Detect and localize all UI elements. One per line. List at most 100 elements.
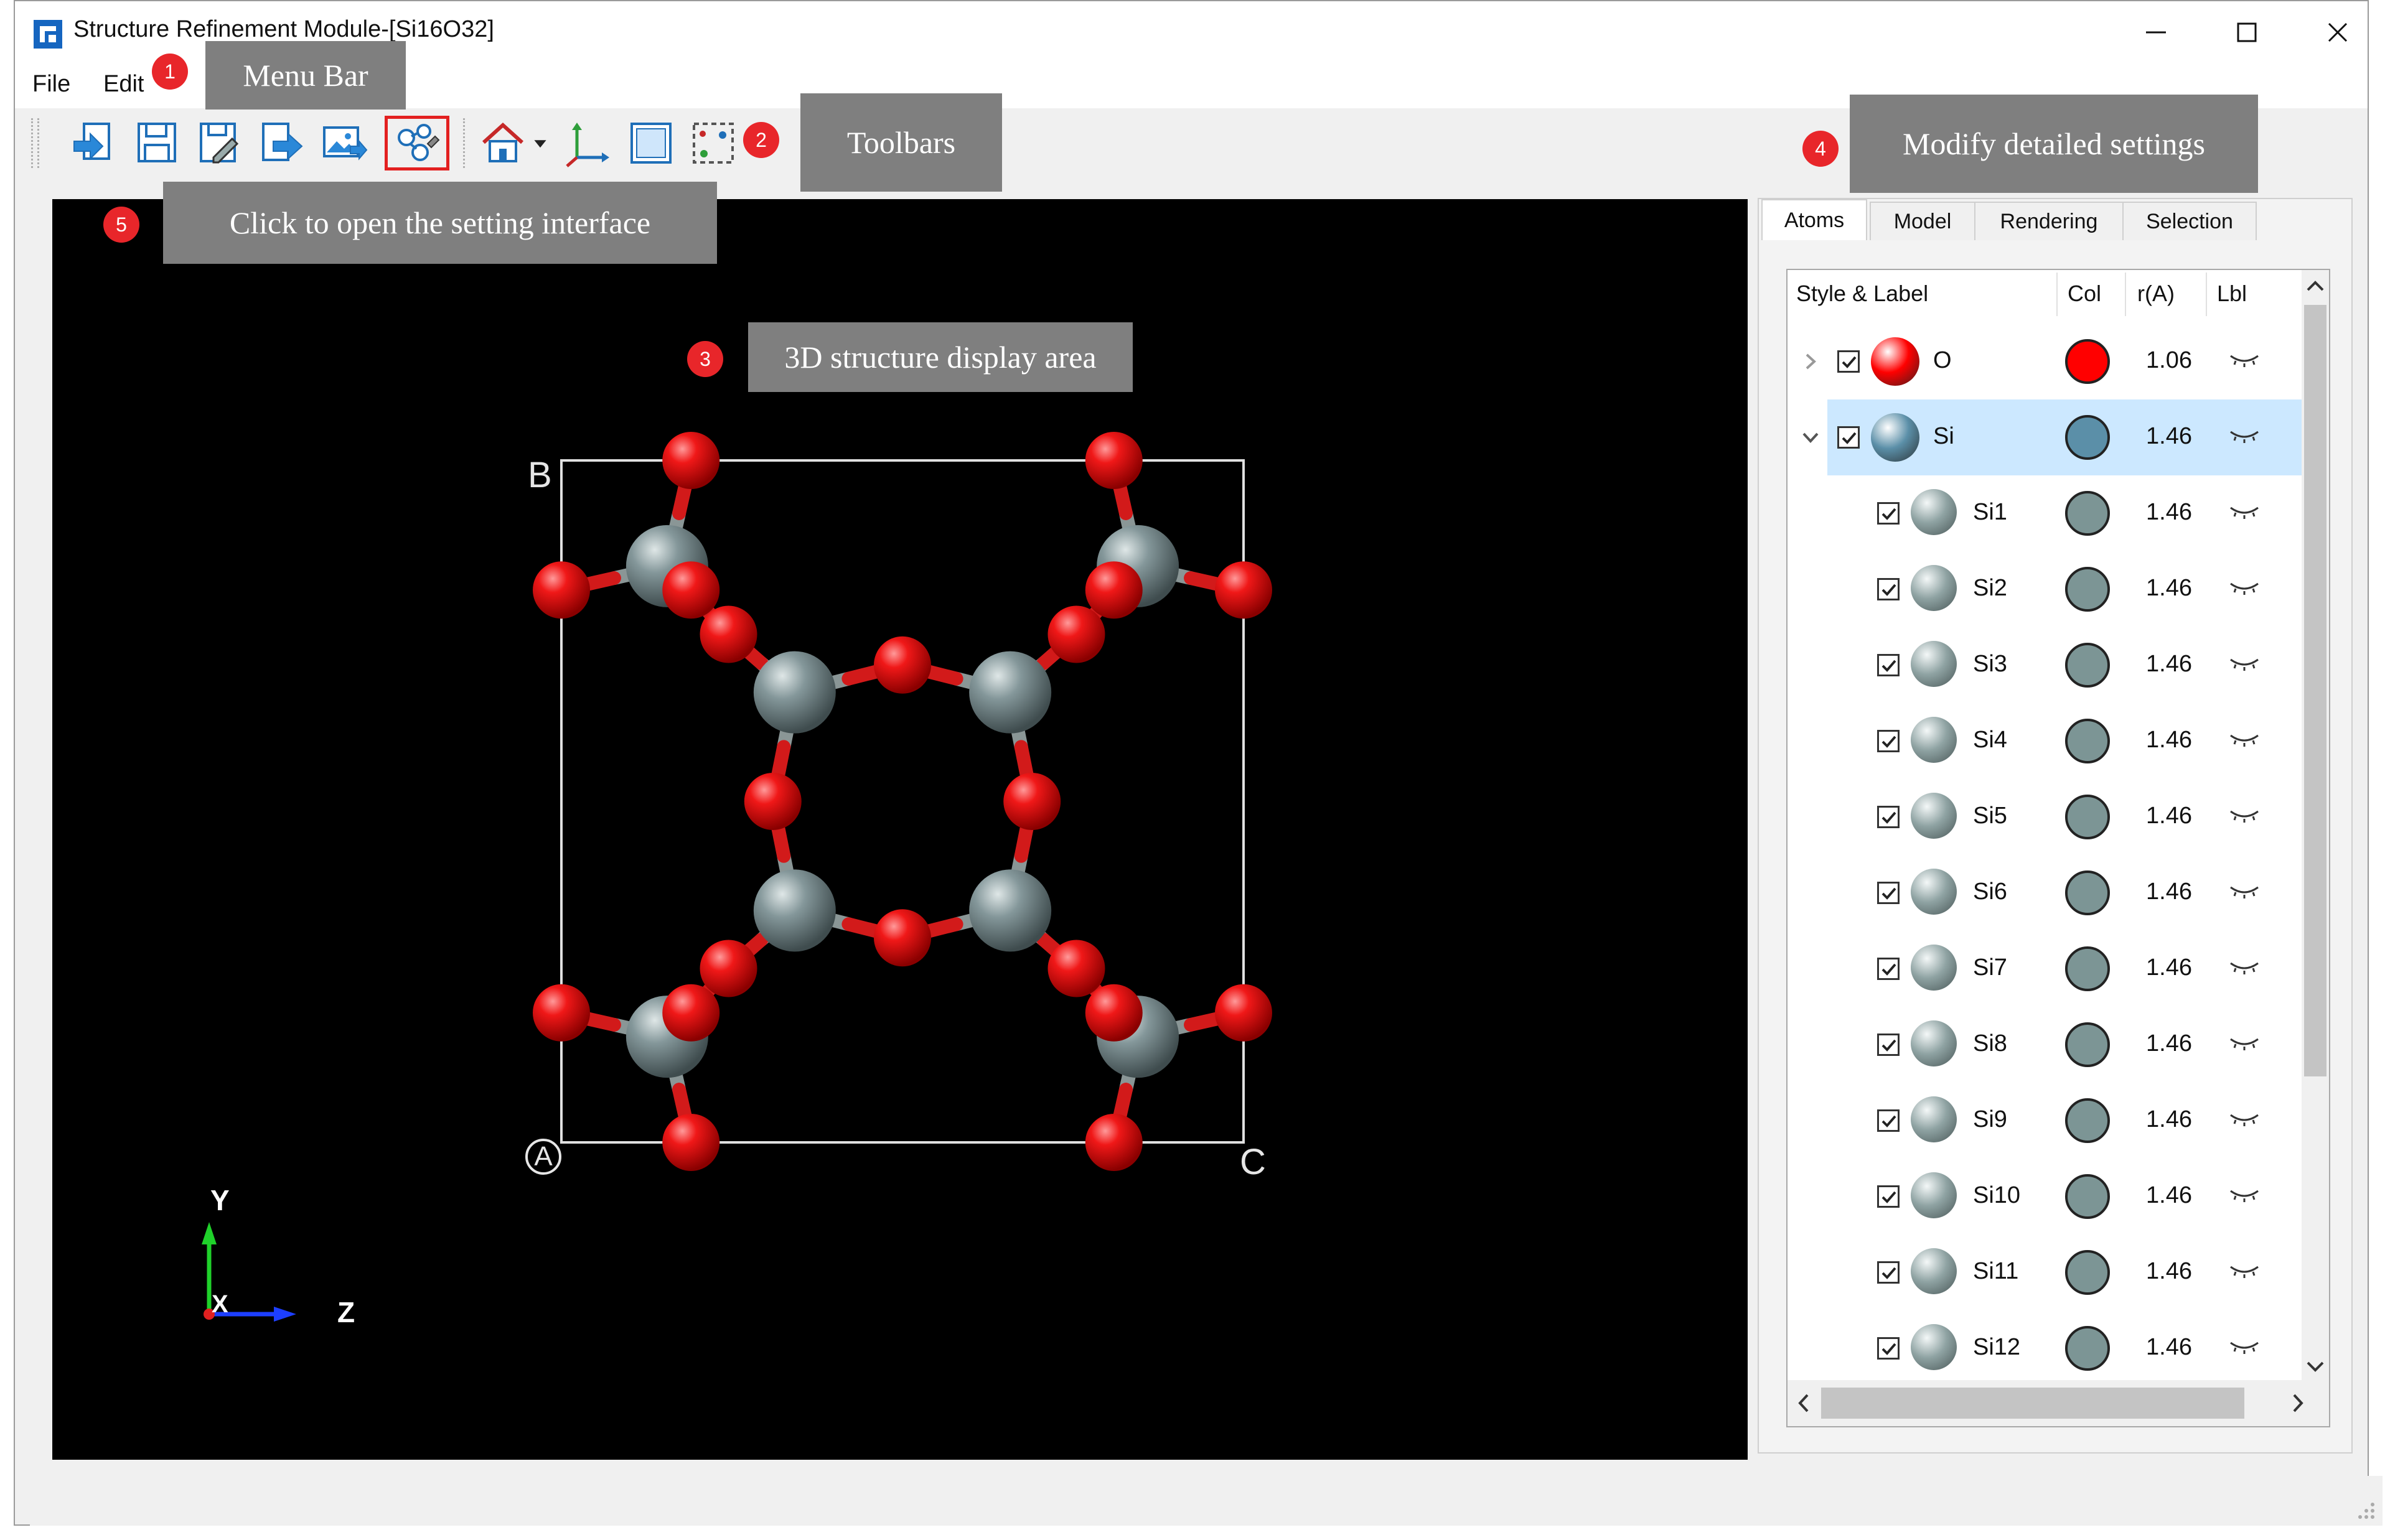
oxygen-atom[interactable]: [1085, 1114, 1143, 1171]
oxygen-atom[interactable]: [1085, 561, 1143, 619]
oxygen-atom[interactable]: [874, 909, 931, 967]
color-swatch[interactable]: [2065, 1098, 2110, 1143]
atom-radius[interactable]: 1.46: [2146, 954, 2192, 981]
visibility-checkbox[interactable]: [1877, 730, 1900, 752]
atom-radius[interactable]: 1.46: [2146, 879, 2192, 905]
color-swatch[interactable]: [2065, 567, 2110, 612]
visibility-checkbox[interactable]: [1877, 578, 1900, 600]
oxygen-atom[interactable]: [533, 561, 590, 619]
color-swatch[interactable]: [2065, 946, 2110, 991]
home-view-button[interactable]: [476, 117, 530, 169]
column-header-style-label[interactable]: Style & Label: [1796, 270, 1928, 317]
silicon-atom[interactable]: [969, 651, 1052, 734]
atom-row[interactable]: Si3 1.46: [1788, 627, 2302, 703]
label-hidden-eye-icon[interactable]: [2228, 808, 2261, 823]
tab-model[interactable]: Model: [1870, 202, 1975, 240]
oxygen-atom[interactable]: [1047, 605, 1105, 663]
home-view-dropdown[interactable]: [528, 117, 553, 169]
visibility-checkbox[interactable]: [1877, 806, 1900, 828]
oxygen-atom[interactable]: [700, 940, 757, 997]
color-swatch[interactable]: [2065, 795, 2110, 839]
oxygen-atom[interactable]: [662, 984, 720, 1042]
oxygen-atom[interactable]: [1047, 940, 1105, 997]
atom-row[interactable]: Si8 1.46: [1788, 1007, 2302, 1083]
label-hidden-eye-icon[interactable]: [2228, 504, 2261, 519]
label-hidden-eye-icon[interactable]: [2228, 428, 2261, 443]
visibility-checkbox[interactable]: [1877, 502, 1900, 525]
silicon-atom[interactable]: [969, 869, 1052, 952]
color-swatch[interactable]: [2065, 339, 2110, 384]
color-swatch[interactable]: [2065, 491, 2110, 536]
color-swatch[interactable]: [2065, 415, 2110, 460]
atom-radius[interactable]: 1.46: [2146, 1334, 2192, 1361]
visibility-checkbox[interactable]: [1877, 882, 1900, 904]
atom-row[interactable]: Si4 1.46: [1788, 703, 2302, 779]
toolbar-grip-2[interactable]: [37, 118, 42, 168]
oxygen-atom[interactable]: [874, 636, 931, 694]
box-view-button[interactable]: [624, 117, 678, 169]
minimize-button[interactable]: [2119, 7, 2193, 57]
atom-row[interactable]: Si9 1.46: [1788, 1083, 2302, 1159]
scroll-left-icon[interactable]: [1791, 1380, 1816, 1426]
save-button[interactable]: [129, 117, 184, 169]
atom-radius[interactable]: 1.46: [2146, 727, 2192, 754]
column-header-lbl[interactable]: Lbl: [2217, 270, 2247, 317]
import-button[interactable]: [67, 117, 122, 169]
color-swatch[interactable]: [2065, 1174, 2110, 1219]
label-hidden-eye-icon[interactable]: [2228, 352, 2261, 367]
scroll-right-icon[interactable]: [2285, 1380, 2310, 1426]
atom-row[interactable]: Si 1.46: [1802, 399, 2302, 475]
chevron-right-icon[interactable]: [1800, 351, 1821, 372]
oxygen-atom[interactable]: [662, 1114, 720, 1171]
visibility-checkbox[interactable]: [1877, 1337, 1900, 1360]
toolbar-grip[interactable]: [31, 118, 36, 168]
oxygen-atom[interactable]: [1215, 561, 1272, 619]
visibility-checkbox[interactable]: [1877, 1261, 1900, 1284]
atom-row[interactable]: Si6 1.46: [1788, 855, 2302, 931]
column-header-col[interactable]: Col: [2068, 270, 2101, 317]
oxygen-atom[interactable]: [662, 432, 720, 489]
label-hidden-eye-icon[interactable]: [2228, 884, 2261, 898]
resize-grip-icon[interactable]: [2355, 1500, 2376, 1521]
label-hidden-eye-icon[interactable]: [2228, 580, 2261, 595]
atom-row[interactable]: Si12 1.46: [1788, 1310, 2302, 1386]
column-header-radius[interactable]: r(A): [2137, 270, 2175, 317]
atom-row[interactable]: Si10 1.46: [1788, 1159, 2302, 1234]
horizontal-scroll-thumb[interactable]: [1821, 1388, 2244, 1419]
label-hidden-eye-icon[interactable]: [2228, 1111, 2261, 1126]
label-hidden-eye-icon[interactable]: [2228, 1035, 2261, 1050]
label-hidden-eye-icon[interactable]: [2228, 1187, 2261, 1202]
atom-radius[interactable]: 1.46: [2146, 423, 2192, 450]
silicon-atom[interactable]: [753, 869, 836, 952]
color-swatch[interactable]: [2065, 1022, 2110, 1067]
color-swatch[interactable]: [2065, 719, 2110, 763]
vertical-scrollbar[interactable]: [2302, 270, 2329, 1380]
label-hidden-eye-icon[interactable]: [2228, 959, 2261, 974]
oxygen-atom[interactable]: [1085, 432, 1143, 489]
atom-radius[interactable]: 1.46: [2146, 1030, 2192, 1057]
color-swatch[interactable]: [2065, 1326, 2110, 1371]
scroll-down-icon[interactable]: [2302, 1354, 2329, 1379]
atom-radius[interactable]: 1.06: [2146, 347, 2192, 374]
save-as-button[interactable]: [192, 117, 246, 169]
visibility-checkbox[interactable]: [1877, 654, 1900, 676]
visibility-checkbox[interactable]: [1877, 958, 1900, 980]
color-swatch[interactable]: [2065, 1250, 2110, 1295]
atom-radius[interactable]: 1.46: [2146, 1106, 2192, 1133]
label-hidden-eye-icon[interactable]: [2228, 656, 2261, 671]
visibility-checkbox[interactable]: [1877, 1185, 1900, 1208]
oxygen-atom[interactable]: [744, 773, 802, 830]
atom-radius[interactable]: 1.46: [2146, 1258, 2192, 1285]
atom-row[interactable]: Si1 1.46: [1788, 475, 2302, 551]
atom-row[interactable]: Si5 1.46: [1788, 779, 2302, 855]
maximize-button[interactable]: [2209, 7, 2284, 57]
visibility-checkbox[interactable]: [1837, 350, 1860, 373]
color-swatch[interactable]: [2065, 643, 2110, 688]
export-button[interactable]: [254, 117, 309, 169]
atom-row[interactable]: Si7 1.46: [1788, 931, 2302, 1007]
oxygen-atom[interactable]: [533, 984, 590, 1042]
chevron-down-icon[interactable]: [1800, 427, 1821, 448]
tab-selection[interactable]: Selection: [2122, 202, 2257, 240]
select-region-button[interactable]: [686, 117, 741, 169]
silicon-atom[interactable]: [753, 651, 836, 734]
